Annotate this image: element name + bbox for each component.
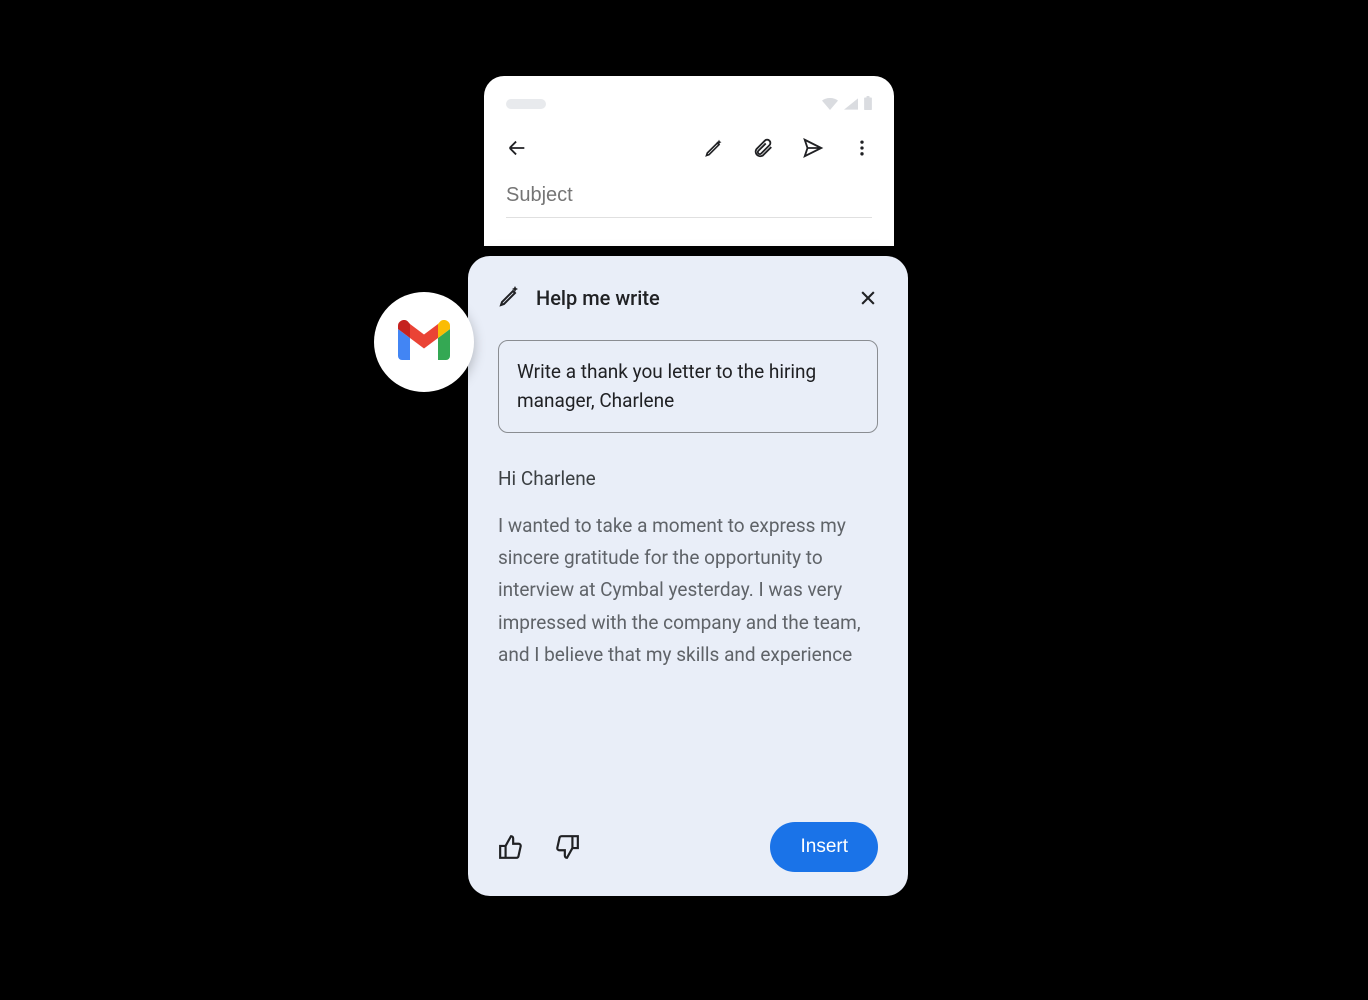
compose-toolbar bbox=[506, 132, 872, 164]
generated-body: I wanted to take a moment to express my … bbox=[498, 510, 878, 671]
status-bar bbox=[506, 94, 872, 114]
generated-content: Hi Charlene I wanted to take a moment to… bbox=[498, 467, 878, 810]
help-me-write-panel: Help me write Write a thank you letter t… bbox=[468, 256, 908, 896]
insert-button[interactable]: Insert bbox=[770, 822, 878, 872]
gmail-logo-badge bbox=[374, 292, 474, 392]
generated-greeting: Hi Charlene bbox=[498, 467, 878, 490]
prompt-input[interactable]: Write a thank you letter to the hiring m… bbox=[498, 340, 878, 433]
status-pill bbox=[506, 99, 546, 109]
attachment-button[interactable] bbox=[752, 137, 774, 159]
phone-compose-frame bbox=[484, 76, 894, 246]
status-icons bbox=[822, 95, 872, 114]
battery-icon bbox=[864, 95, 872, 114]
panel-header: Help me write bbox=[498, 284, 878, 312]
panel-title: Help me write bbox=[536, 286, 660, 310]
thumbs-down-button[interactable] bbox=[554, 834, 580, 860]
thumbs-up-button[interactable] bbox=[498, 834, 524, 860]
pencil-sparkle-icon bbox=[498, 284, 522, 312]
pencil-sparkle-icon[interactable] bbox=[704, 138, 724, 158]
close-button[interactable] bbox=[858, 288, 878, 308]
send-button[interactable] bbox=[802, 137, 824, 159]
subject-input[interactable] bbox=[506, 184, 872, 218]
signal-icon bbox=[844, 95, 858, 114]
wifi-icon bbox=[822, 95, 838, 114]
panel-footer: Insert bbox=[498, 822, 878, 872]
fade-overlay bbox=[498, 740, 878, 810]
back-button[interactable] bbox=[506, 137, 528, 159]
gmail-icon bbox=[398, 320, 450, 364]
more-button[interactable] bbox=[852, 138, 872, 158]
